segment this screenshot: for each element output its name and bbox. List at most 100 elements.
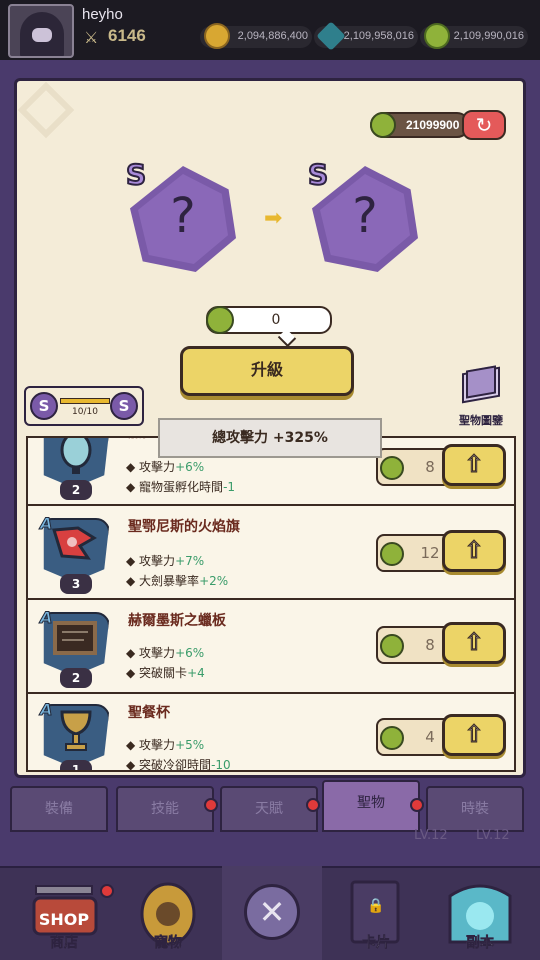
level-progress-text: 10/10	[72, 407, 98, 417]
notification-dot	[100, 884, 114, 898]
soul-amount: 2,109,990,016	[453, 30, 524, 42]
relic-row: A 2 赫爾墨斯之蠟板 ◆ 攻擊力+6% ◆ 突破關卡+4 8 ⇧	[28, 604, 514, 694]
gallery-label[interactable]: 聖物圖鑒	[448, 412, 514, 428]
refresh-button[interactable]: ↻	[462, 110, 506, 140]
stat-value: -10	[211, 758, 231, 772]
stat-value: +4	[187, 666, 205, 680]
gem-currency[interactable]: 2,109,958,016	[314, 21, 418, 51]
player-power: 6146	[108, 26, 146, 45]
stat-label: 攻擊力	[139, 554, 176, 568]
top-bar: heyho ⚔ 6146 2,094,886,400 2,109,958,016…	[0, 0, 540, 60]
stat-value: +2%	[199, 574, 229, 588]
notification-dot	[306, 798, 320, 812]
soul-orb-icon	[380, 542, 404, 566]
stat-value: +7%	[175, 554, 205, 568]
stat-label: 突破冷卻時間	[139, 758, 212, 772]
relic-row: A 3 聖鄂尼斯的火焰旗 ◆ 攻擊力+7% ◆ 大劍暴擊率+2% 12 ⇧	[28, 510, 514, 600]
stat-value: +5%	[175, 738, 205, 752]
relic-stat: ◆ 突破冷卻時間-10	[126, 758, 231, 772]
nav-pet-label: 寵物	[154, 935, 183, 952]
nav-pet[interactable]: 寵物	[118, 866, 218, 960]
total-attack-banner: 總攻擊力 +325%	[158, 418, 382, 458]
relic-name: 赫爾墨斯之蠟板	[128, 613, 226, 629]
tab-skills[interactable]: 技能	[116, 786, 214, 832]
lock-icon: 🔒	[367, 898, 385, 914]
swords-icon: ⚔	[84, 28, 99, 47]
nav-cards-label: 卡片	[362, 935, 391, 952]
level-progress-bar	[60, 398, 110, 404]
relic-stat: ◆ 攻擊力+6%	[126, 646, 205, 660]
relic-upgrade-button[interactable]: ⇧	[442, 714, 506, 756]
relic-level: 2	[60, 668, 92, 688]
nav-dungeon[interactable]: 副本	[430, 866, 530, 960]
close-icon: ✕	[244, 884, 300, 940]
tab-costumes[interactable]: 時裝	[426, 786, 524, 832]
shop-badge-text: SHOP	[38, 910, 90, 929]
relic-name: 聖鄂尼斯的火焰旗	[128, 519, 240, 535]
stat-value: -1	[223, 480, 236, 494]
notification-dot	[410, 798, 424, 812]
soul-orb-icon	[380, 726, 404, 750]
relic-name: 加拉	[128, 438, 156, 442]
relic-stat: ◆ 寵物蛋孵化時間-1	[126, 480, 236, 494]
relic-upgrade-button[interactable]: ⇧	[442, 622, 506, 664]
book-icon[interactable]	[456, 365, 506, 410]
rank-badge: S	[307, 157, 329, 192]
relic-rank: A	[39, 608, 53, 628]
relic-stat: ◆ 大劍暴擊率+2%	[126, 574, 229, 588]
stat-label: 攻擊力	[139, 460, 176, 474]
relic-stat: ◆ 攻擊力+5%	[126, 738, 205, 752]
nav-shop[interactable]: SHOP 商店	[14, 866, 114, 960]
faded-level: LV.12	[414, 828, 448, 843]
gold-currency[interactable]: 2,094,886,400	[200, 23, 312, 49]
stat-value: +6%	[175, 646, 205, 660]
relic-level: 1	[60, 760, 92, 770]
rank-badge: S	[125, 157, 147, 192]
upgrade-button[interactable]: 升級	[180, 346, 354, 396]
player-name: heyho	[82, 6, 123, 23]
relic-name: 聖餐杯	[128, 705, 170, 721]
material-count-bubble: 0	[206, 306, 332, 334]
source-relic-slot[interactable]: ? S	[125, 157, 236, 272]
relic-stat: ◆ 攻擊力+7%	[126, 554, 205, 568]
relic-level: 2	[60, 480, 92, 500]
gold-amount: 2,094,886,400	[237, 30, 308, 42]
soul-orb-icon	[380, 634, 404, 658]
relic-level: 3	[60, 574, 92, 594]
relic-level-box: S 10/10 S	[24, 386, 144, 426]
faded-level: LV.12	[476, 828, 510, 843]
gem-amount: 2,109,958,016	[343, 30, 414, 42]
mirror-icon	[60, 438, 92, 474]
arrow-right-icon: ➡	[264, 206, 283, 231]
stat-label: 攻擊力	[139, 646, 176, 660]
relic-upgrade-button[interactable]: ⇧	[442, 530, 506, 572]
gem-icon	[316, 21, 346, 51]
player-avatar[interactable]	[8, 4, 74, 58]
book-front	[466, 365, 496, 399]
nav-cards[interactable]: 🔒 卡片	[326, 866, 426, 960]
material-count: 0	[271, 312, 281, 328]
stat-label: 大劍暴擊率	[139, 574, 200, 588]
tab-relics[interactable]: 聖物	[322, 780, 420, 832]
tab-equipment[interactable]: 裝備	[10, 786, 108, 832]
grail-icon	[60, 710, 92, 751]
relic-rank: A	[39, 514, 53, 534]
unknown-symbol: ?	[170, 188, 196, 244]
relic-upgrade-button[interactable]: ⇧	[442, 444, 506, 486]
stat-label: 攻擊力	[139, 738, 176, 752]
tab-talents[interactable]: 天賦	[220, 786, 318, 832]
flame-flag-icon	[52, 526, 97, 560]
nav-dungeon-label: 副本	[466, 935, 495, 952]
relic-stat: ◆ 突破關卡+4	[126, 666, 205, 680]
rank-right-icon: S	[110, 392, 138, 420]
soul-currency[interactable]: 2,109,990,016	[420, 23, 528, 49]
reroll-cost-pill: 21099900	[370, 112, 470, 138]
soul-orb-icon	[370, 112, 396, 138]
relic-row: A 1 聖餐杯 ◆ 攻擊力+5% ◆ 突破冷卻時間-10 4 ⇧	[28, 696, 514, 772]
stat-value: +6%	[175, 460, 205, 474]
nav-shop-label: 商店	[50, 935, 79, 952]
relic-list[interactable]: 2 加拉 ◆ 攻擊力+6% ◆ 寵物蛋孵化時間-1 8 ⇧ A 3 聖鄂尼斯的火…	[26, 436, 516, 772]
nav-close[interactable]: ✕	[222, 866, 322, 960]
stat-label: 寵物蛋孵化時間	[139, 480, 224, 494]
soul-orb-icon	[424, 23, 450, 49]
